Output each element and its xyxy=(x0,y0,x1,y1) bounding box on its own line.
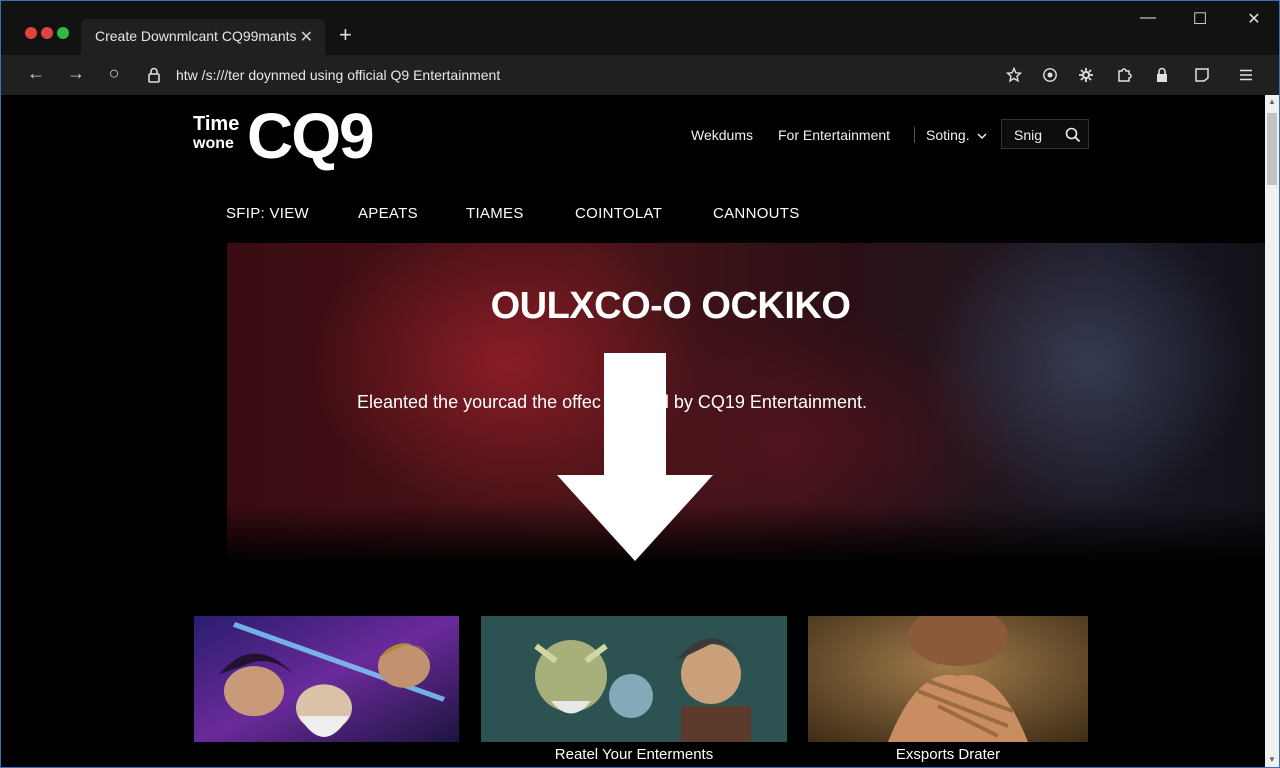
header-link-2[interactable]: For Entertainment xyxy=(778,127,890,143)
hero-fade xyxy=(227,503,1265,563)
chevron-down-icon xyxy=(977,133,988,140)
maximize-button[interactable]: ☐ xyxy=(1185,9,1215,29)
reload-button[interactable]: ○ xyxy=(102,63,126,84)
header-link-1[interactable]: Wekdums xyxy=(691,127,753,143)
header-divider xyxy=(914,127,915,143)
web-page: Time wone CQ9 Wekdums For Entertainment … xyxy=(1,95,1265,767)
hero-title: OULXCO-O OCKIKO xyxy=(490,285,851,327)
forward-button[interactable]: → xyxy=(64,63,88,84)
card-image-fantasy-heroes xyxy=(194,616,459,742)
close-window-button[interactable]: ✕ xyxy=(1239,9,1269,29)
main-nav-item-5[interactable]: CANNOUTS xyxy=(713,205,800,222)
logo-wordmark: CQ9 xyxy=(247,100,375,172)
menu-hamburger-icon[interactable] xyxy=(1236,65,1256,85)
url-field[interactable]: htw /s:///ter doynmed using official Q9 … xyxy=(176,67,500,83)
card-label: Reatel Your Enterments xyxy=(554,746,714,763)
profile-lock-icon[interactable] xyxy=(1152,65,1172,85)
close-dot[interactable] xyxy=(25,27,37,39)
header-dropdown[interactable]: Soting. xyxy=(926,127,988,143)
card-image-hands-portrait xyxy=(808,616,1088,742)
title-bar: Create Downmlcant CQ99mants ✕ + — ☐ ✕ xyxy=(1,1,1279,55)
tab-close-icon[interactable]: ✕ xyxy=(300,27,313,47)
scroll-up-arrow-icon[interactable]: ▲ xyxy=(1265,95,1279,109)
game-card-1[interactable] xyxy=(194,616,459,767)
logo-small-text: Time wone xyxy=(193,113,240,153)
scroll-thumb[interactable] xyxy=(1267,113,1277,185)
tab-title: Create Downmlcant CQ99mants xyxy=(95,28,297,44)
reader-mode-icon[interactable] xyxy=(1192,65,1212,85)
main-nav-item-4[interactable]: COINTOLAT xyxy=(575,205,662,222)
search-box[interactable]: Snig xyxy=(1001,119,1089,149)
lock-icon[interactable] xyxy=(147,67,161,83)
search-label: Snig xyxy=(1014,127,1043,143)
game-card-2[interactable]: Reatel Your Enterments xyxy=(481,616,787,767)
bookmark-star-icon[interactable] xyxy=(1004,65,1024,85)
card-label: Exsports Drater xyxy=(895,746,1001,763)
shield-icon[interactable] xyxy=(1040,65,1060,85)
search-icon[interactable] xyxy=(1064,126,1082,144)
main-nav-item-1[interactable]: SFIP: VIEW xyxy=(226,205,309,222)
address-toolbar: ← → ○ htw /s:///ter doynmed using offici… xyxy=(1,55,1279,95)
minimize-button[interactable]: — xyxy=(1133,9,1163,27)
main-nav-item-2[interactable]: APEATS xyxy=(358,205,418,222)
window-traffic-lights xyxy=(25,27,69,39)
settings-gear-icon[interactable] xyxy=(1076,65,1096,85)
extensions-puzzle-icon[interactable] xyxy=(1114,65,1134,85)
browser-window: Create Downmlcant CQ99mants ✕ + — ☐ ✕ ← … xyxy=(0,0,1280,768)
back-button[interactable]: ← xyxy=(24,63,48,84)
download-arrow-icon[interactable] xyxy=(556,351,714,563)
minimize-dot[interactable] xyxy=(41,27,53,39)
new-tab-button[interactable]: + xyxy=(339,23,352,47)
browser-tab[interactable]: Create Downmlcant CQ99mants ✕ xyxy=(81,19,325,55)
logo-line-1: Time xyxy=(193,113,240,135)
main-nav-item-3[interactable]: TIAMES xyxy=(466,205,524,222)
logo-line-2: wone xyxy=(193,135,234,152)
header-dropdown-label: Soting. xyxy=(926,127,970,143)
vertical-scrollbar[interactable]: ▲ ▼ xyxy=(1265,95,1279,767)
card-image-orc-warriors xyxy=(481,616,787,742)
game-card-3[interactable]: Exsports Drater xyxy=(808,616,1088,767)
zoom-dot[interactable] xyxy=(57,27,69,39)
scroll-down-arrow-icon[interactable]: ▼ xyxy=(1265,753,1279,767)
